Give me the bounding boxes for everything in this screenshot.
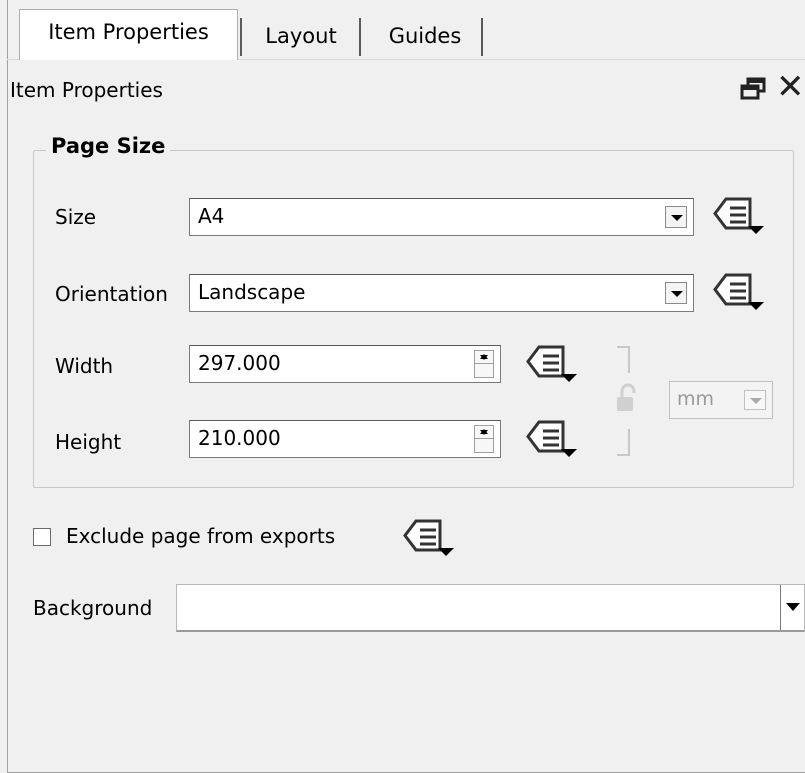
step-down-icon[interactable]: [475, 351, 493, 364]
height-stepper[interactable]: [474, 425, 494, 453]
background-label: Background: [33, 596, 153, 620]
unlocked-padlock-icon[interactable]: [614, 383, 638, 415]
tab-layout[interactable]: Layout: [245, 14, 357, 60]
height-value: 210.000: [198, 426, 281, 450]
exclude-page-checkbox[interactable]: [33, 528, 51, 546]
chevron-down-icon[interactable]: [780, 585, 804, 630]
tab-item-properties[interactable]: Item Properties: [19, 9, 238, 60]
tab-item-properties-label: Item Properties: [48, 20, 209, 44]
size-label: Size: [55, 205, 97, 229]
tab-separator: [240, 18, 242, 56]
float-window-icon[interactable]: [740, 77, 768, 101]
orientation-combobox[interactable]: Landscape: [189, 274, 694, 312]
data-defined-override-icon[interactable]: [523, 342, 579, 388]
tab-layout-label: Layout: [265, 24, 337, 48]
units-value: mm: [677, 388, 715, 410]
data-defined-override-icon[interactable]: [710, 194, 766, 240]
page-size-group-title: Page Size: [46, 134, 171, 158]
orientation-value: Landscape: [198, 280, 306, 304]
chevron-down-icon[interactable]: [744, 390, 766, 410]
chevron-down-icon[interactable]: [665, 282, 687, 304]
tab-separator: [359, 18, 361, 56]
width-spinbox[interactable]: 297.000: [189, 345, 501, 383]
tab-guides-label: Guides: [388, 24, 462, 48]
height-spinbox[interactable]: 210.000: [189, 420, 501, 458]
tab-separator: [481, 18, 483, 56]
width-label: Width: [55, 354, 114, 378]
tab-guides[interactable]: Guides: [366, 14, 484, 60]
width-stepper[interactable]: [474, 350, 494, 378]
step-down-icon[interactable]: [475, 426, 493, 439]
close-icon[interactable]: ✕: [776, 70, 805, 104]
chevron-down-icon[interactable]: [665, 206, 687, 228]
height-label: Height: [55, 430, 122, 454]
width-value: 297.000: [198, 351, 281, 375]
units-combobox[interactable]: mm: [669, 381, 773, 419]
background-color-button[interactable]: [176, 584, 805, 632]
data-defined-override-icon[interactable]: [523, 417, 579, 463]
orientation-label: Orientation: [55, 282, 168, 306]
size-combobox[interactable]: A4: [189, 198, 694, 236]
size-value: A4: [198, 204, 225, 228]
panel-title: Item Properties: [10, 78, 163, 102]
exclude-page-label[interactable]: Exclude page from exports: [66, 524, 335, 548]
data-defined-override-icon[interactable]: [400, 516, 456, 562]
data-defined-override-icon[interactable]: [710, 270, 766, 316]
